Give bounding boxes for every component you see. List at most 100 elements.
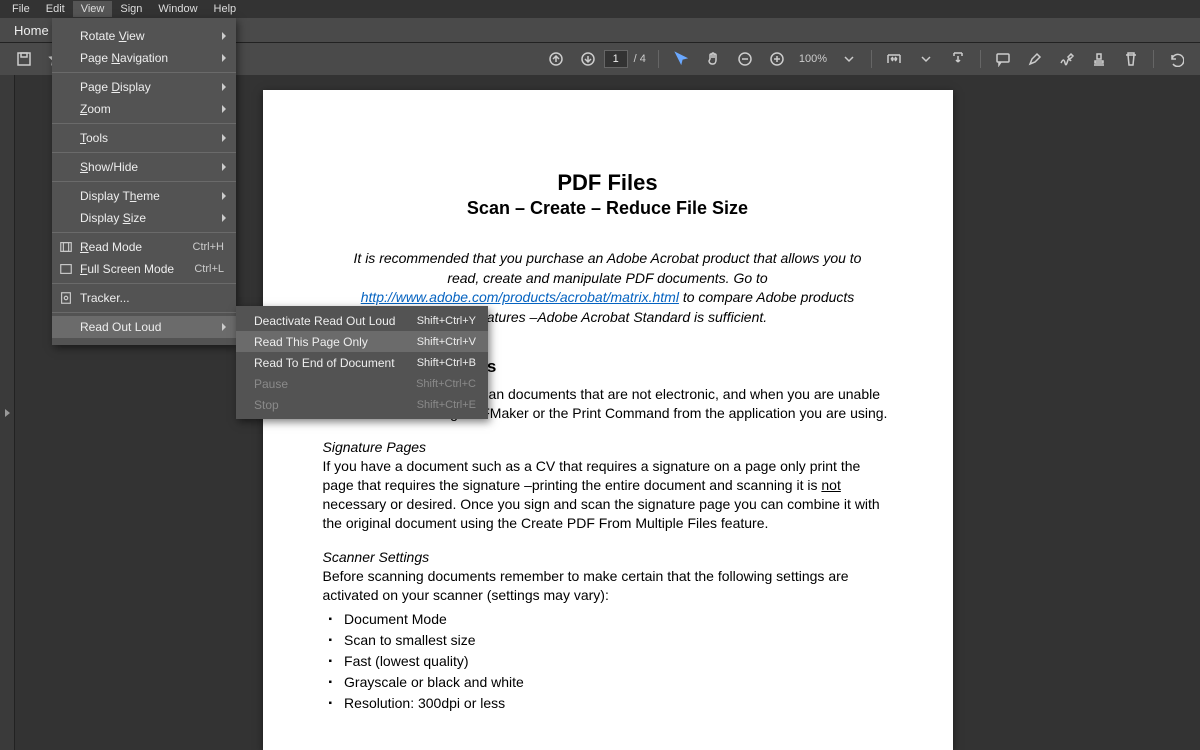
chevron-right-icon: [222, 163, 226, 171]
shortcut: Ctrl+H: [193, 241, 224, 253]
page-down-icon[interactable]: [574, 47, 602, 71]
menu-file[interactable]: File: [4, 1, 38, 17]
bullet-list: Document Mode Scan to smallest size Fast…: [329, 609, 893, 714]
chevron-right-icon: [222, 134, 226, 142]
select-tool-icon[interactable]: [667, 47, 695, 71]
menuitem-zoom[interactable]: Zoom: [52, 98, 236, 120]
save-icon[interactable]: [10, 47, 38, 71]
submenuitem-deactivate-read-out-loud[interactable]: Deactivate Read Out Loud Shift+Ctrl+Y: [236, 310, 488, 331]
separator: [871, 50, 872, 68]
menuitem-label: Tools: [80, 131, 108, 145]
chevron-right-icon: [222, 214, 226, 222]
doc-title: PDF Files: [323, 170, 893, 196]
chevron-down-icon[interactable]: [912, 47, 940, 71]
subhead-scanner: Scanner Settings: [323, 549, 893, 565]
page-up-icon[interactable]: [542, 47, 570, 71]
list-item: Grayscale or black and white: [329, 672, 893, 693]
submenuitem-stop: Stop Shift+Ctrl+E: [236, 394, 488, 415]
fit-page-icon[interactable]: [944, 47, 972, 71]
menuitem-label: Display Theme: [80, 189, 160, 203]
menu-help[interactable]: Help: [206, 1, 245, 17]
shortcut: Shift+Ctrl+C: [416, 378, 476, 390]
menuitem-display-size[interactable]: Display Size: [52, 207, 236, 229]
submenuitem-label: Read To End of Document: [254, 356, 395, 370]
doc-subtitle: Scan – Create – Reduce File Size: [323, 198, 893, 219]
intro-link[interactable]: http://www.adobe.com/products/acrobat/ma…: [361, 289, 679, 305]
submenuitem-read-this-page-only[interactable]: Read This Page Only Shift+Ctrl+V: [236, 331, 488, 352]
chevron-right-icon: [222, 323, 226, 331]
menuitem-read-out-loud[interactable]: Read Out Loud: [52, 316, 236, 338]
shortcut: Shift+Ctrl+E: [417, 399, 476, 411]
menuitem-tracker-[interactable]: Tracker...: [52, 287, 236, 309]
menuitem-label: Rotate View: [80, 29, 145, 43]
stamp-icon[interactable]: [1085, 47, 1113, 71]
shortcut: Ctrl+L: [194, 263, 224, 275]
separator: [980, 50, 981, 68]
submenuitem-label: Read This Page Only: [254, 335, 368, 349]
separator: [1153, 50, 1154, 68]
zoom-out-icon[interactable]: [731, 47, 759, 71]
menubar: File Edit View Sign Window Help: [0, 0, 1200, 18]
chevron-right-icon: [5, 409, 10, 417]
chevron-right-icon: [222, 83, 226, 91]
comment-icon[interactable]: [989, 47, 1017, 71]
read-out-loud-submenu: Deactivate Read Out Loud Shift+Ctrl+Y Read…: [236, 306, 488, 419]
left-panel-toggle[interactable]: [0, 75, 15, 750]
chevron-down-icon[interactable]: [835, 47, 863, 71]
shortcut: Shift+Ctrl+B: [417, 357, 476, 369]
menuitem-read-mode[interactable]: Read Mode Ctrl+H: [52, 236, 236, 258]
hand-tool-icon[interactable]: [699, 47, 727, 71]
list-item: Scan to smallest size: [329, 630, 893, 651]
separator: [658, 50, 659, 68]
fit-width-icon[interactable]: [880, 47, 908, 71]
menu-edit[interactable]: Edit: [38, 1, 73, 17]
subhead-signature: Signature Pages: [323, 439, 893, 455]
chevron-right-icon: [222, 54, 226, 62]
chevron-right-icon: [222, 32, 226, 40]
menuitem-full-screen-mode[interactable]: Full Screen ModeCtrl+L: [52, 258, 236, 280]
menuitem-label: Display Size: [80, 211, 146, 225]
home-tab[interactable]: Home: [14, 23, 49, 38]
list-item: Document Mode: [329, 609, 893, 630]
page-number-input[interactable]: [604, 50, 628, 68]
tracker-icon: [58, 290, 74, 306]
para-scanner: Before scanning documents remember to ma…: [323, 567, 893, 605]
menuitem-label: Page Navigation: [80, 51, 168, 65]
read-icon: [58, 239, 74, 255]
menuitem-label: Tracker...: [80, 291, 130, 305]
menuitem-show-hide[interactable]: Show/Hide: [52, 156, 236, 178]
menuitem-label: Page Display: [80, 80, 151, 94]
shortcut: Shift+Ctrl+Y: [417, 315, 476, 327]
signature-icon[interactable]: [1053, 47, 1081, 71]
delete-icon[interactable]: [1117, 47, 1145, 71]
fullscreen-icon: [58, 261, 74, 277]
view-menu-dropdown: Rotate View Page Navigation Page Display Zo…: [52, 18, 236, 345]
menu-sign[interactable]: Sign: [112, 1, 150, 17]
page-total: / 4: [634, 53, 646, 65]
highlight-icon[interactable]: [1021, 47, 1049, 71]
menuitem-rotate-view[interactable]: Rotate View: [52, 25, 236, 47]
submenuitem-read-to-end-of-document[interactable]: Read To End of Document Shift+Ctrl+B: [236, 352, 488, 373]
zoom-in-icon[interactable]: [763, 47, 791, 71]
menu-view[interactable]: View: [73, 1, 113, 17]
submenuitem-label: Stop: [254, 398, 279, 412]
menuitem-label: Zoom: [80, 102, 111, 116]
zoom-level[interactable]: 100%: [799, 53, 827, 65]
chevron-right-icon: [222, 105, 226, 113]
menuitem-tools[interactable]: Tools: [52, 127, 236, 149]
menuitem-page-display[interactable]: Page Display: [52, 76, 236, 98]
pdf-page: PDF Files Scan – Create – Reduce File Si…: [263, 90, 953, 750]
undo-icon[interactable]: [1162, 47, 1190, 71]
chevron-right-icon: [222, 192, 226, 200]
menu-window[interactable]: Window: [150, 1, 205, 17]
submenuitem-label: Pause: [254, 377, 288, 391]
menuitem-page-navigation[interactable]: Page Navigation: [52, 47, 236, 69]
submenuitem-pause: Pause Shift+Ctrl+C: [236, 373, 488, 394]
menuitem-label: Read Mode: [80, 240, 142, 254]
menuitem-label: Show/Hide: [80, 160, 138, 174]
list-item: Fast (lowest quality): [329, 651, 893, 672]
shortcut: Shift+Ctrl+V: [417, 336, 476, 348]
submenuitem-label: Deactivate Read Out Loud: [254, 314, 395, 328]
list-item: Resolution: 300dpi or less: [329, 693, 893, 714]
menuitem-display-theme[interactable]: Display Theme: [52, 185, 236, 207]
